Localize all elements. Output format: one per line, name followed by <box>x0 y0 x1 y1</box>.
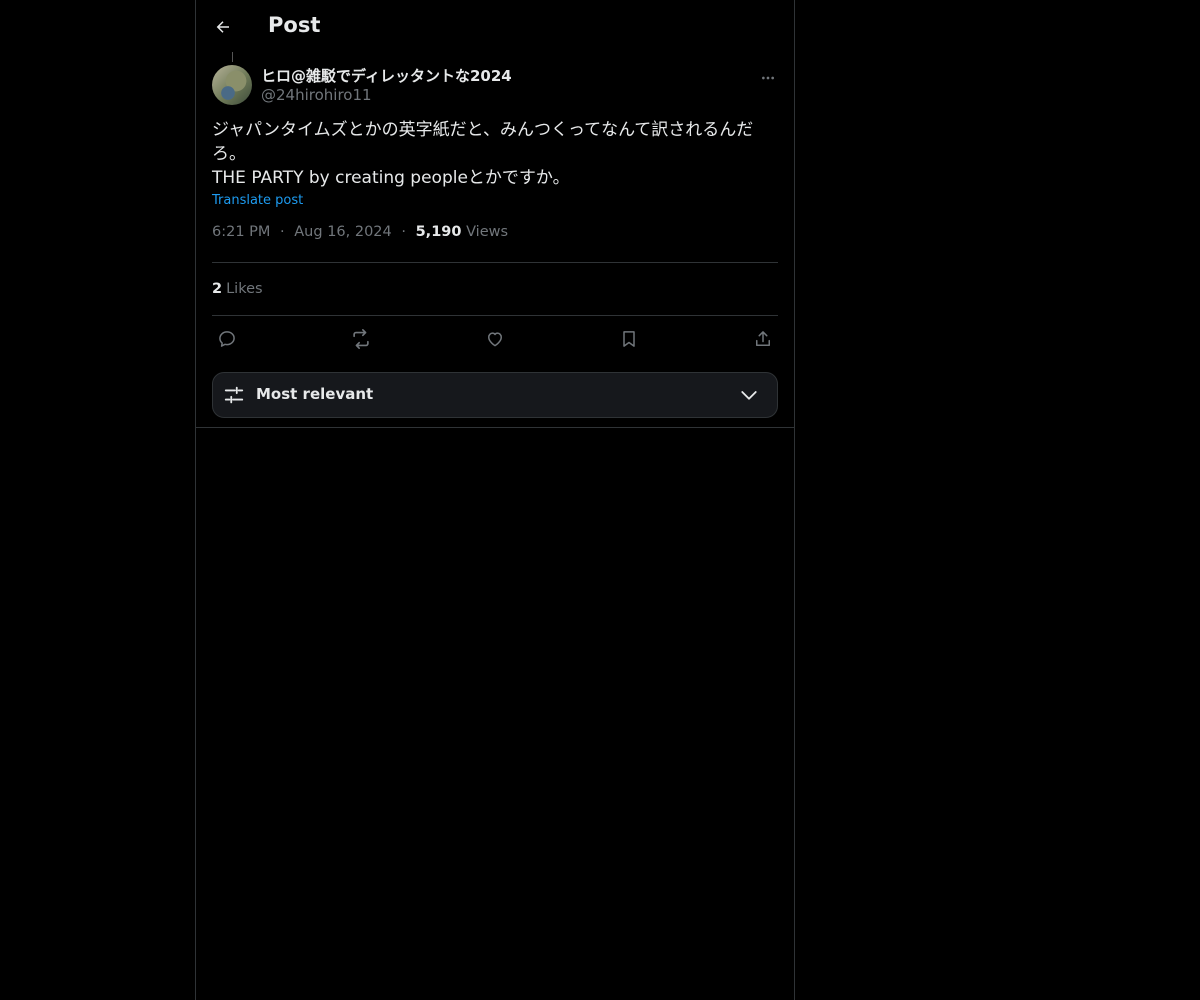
like-button[interactable] <box>480 324 510 354</box>
post-text-line: ジャパンタイムズとかの英字紙だと、みんつくってなんて訳されるんだろ。 <box>212 120 754 164</box>
post-author: ヒロ@雑駁でディレッタントな2024 @24hirohiro11 <box>196 54 794 112</box>
post-text-line: THE PARTY by creating peopleとかですか。 <box>212 168 570 188</box>
post-time[interactable]: 6:21 PM <box>212 224 270 240</box>
page-title: Post <box>268 13 321 37</box>
sort-label: Most relevant <box>256 385 374 403</box>
chevron-down-icon <box>741 391 757 400</box>
more-options-button[interactable] <box>756 66 780 90</box>
author-handle[interactable]: @24hirohiro11 <box>261 86 372 104</box>
translate-post-link[interactable]: Translate post <box>212 193 778 208</box>
section-divider <box>196 427 794 428</box>
post-date[interactable]: Aug 16, 2024 <box>294 224 392 240</box>
share-icon <box>756 331 770 346</box>
page-header: Post <box>196 0 794 54</box>
arrow-left-icon <box>216 21 229 33</box>
share-button[interactable] <box>748 324 778 354</box>
reply-button[interactable] <box>212 324 242 354</box>
likes-label: Likes <box>226 281 263 297</box>
reply-icon <box>219 331 235 347</box>
meta-separator: · <box>401 224 406 240</box>
likes-count: 2 <box>212 281 223 297</box>
post-column: Post ヒロ@雑駁でディレッタントな2024 @24hirohiro11 ジャ… <box>195 0 795 1000</box>
bookmark-icon <box>623 331 635 347</box>
like-icon <box>488 332 502 347</box>
action-bar <box>212 316 778 362</box>
repost-icon <box>353 329 369 349</box>
post-text: ジャパンタイムズとかの英字紙だと、みんつくってなんて訳されるんだろ。 THE P… <box>212 118 778 190</box>
sliders-icon <box>224 386 244 404</box>
views-count: 5,190 <box>415 224 462 240</box>
meta-separator: · <box>280 224 285 240</box>
author-display-name[interactable]: ヒロ@雑駁でディレッタントな2024 <box>261 65 512 86</box>
views-label: Views <box>466 224 509 240</box>
more-horizontal-icon <box>762 76 774 80</box>
likes-stat[interactable]: 2 Likes <box>212 263 778 316</box>
back-button[interactable] <box>208 10 238 44</box>
repost-button[interactable] <box>346 324 376 354</box>
avatar[interactable] <box>212 65 252 105</box>
post-meta: 6:21 PM · Aug 16, 2024 · 5,190 Views <box>212 224 778 263</box>
bookmark-button[interactable] <box>614 324 644 354</box>
reply-sort-dropdown[interactable]: Most relevant <box>212 372 778 418</box>
